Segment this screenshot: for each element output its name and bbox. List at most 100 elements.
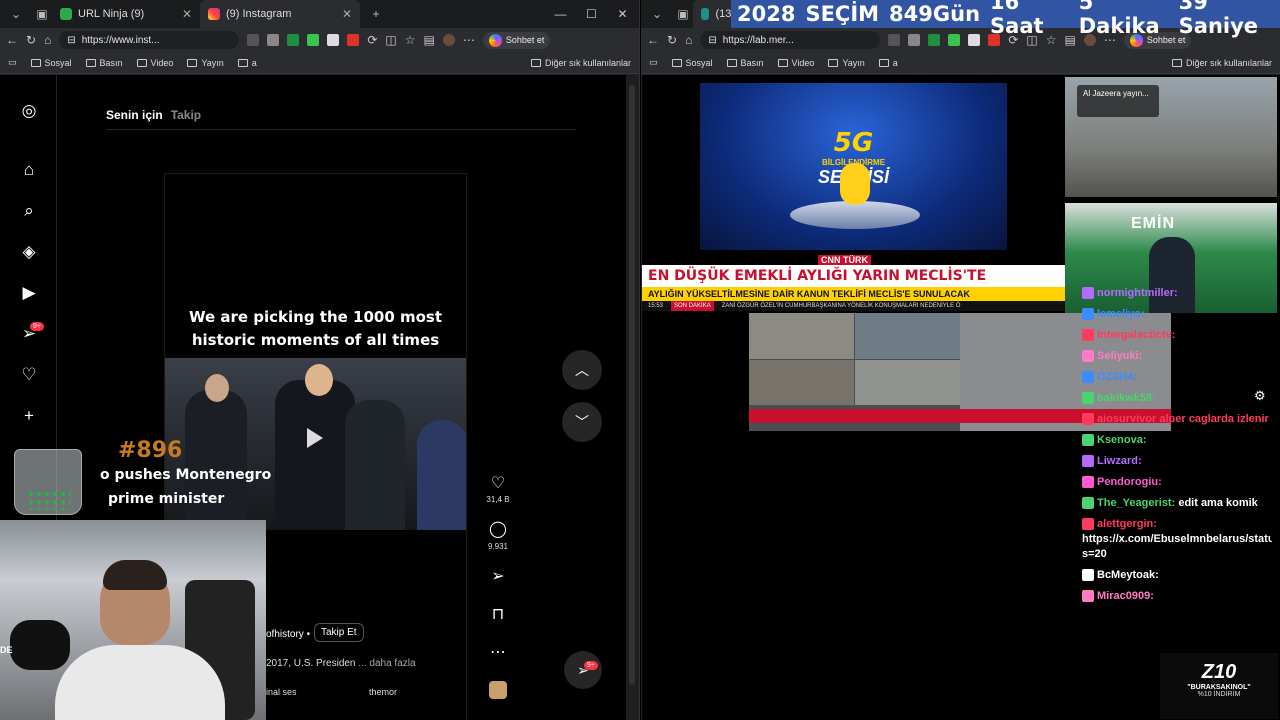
chat-message: Pendorogiu:	[1082, 472, 1272, 493]
sponsor-promo: Z10 "BURAKSAKINOL" %10 İNDİRİM	[1160, 653, 1278, 719]
more-link[interactable]: ... daha fazla	[358, 658, 415, 669]
settings-gear-icon[interactable]: ⚙	[1254, 388, 1266, 404]
extension-icon[interactable]	[928, 34, 941, 46]
more-options-icon[interactable]: ⋯	[486, 642, 510, 662]
close-window-icon[interactable]: ✕	[607, 7, 638, 21]
workspaces-icon[interactable]: ▣	[32, 4, 52, 24]
bookmarks-menu-icon[interactable]: ▭	[8, 57, 17, 68]
tab-following[interactable]: Takip	[171, 108, 201, 122]
bookmark-label: Diğer sık kullanılanlar	[544, 57, 631, 68]
next-reel-button[interactable]: ﹀	[562, 402, 602, 442]
bookmark-folder[interactable]: Basın	[85, 58, 123, 68]
extension-icon[interactable]	[327, 34, 340, 46]
bookmark-folder[interactable]: Sosyal	[30, 57, 72, 68]
bookmark-folder[interactable]: a	[237, 58, 257, 68]
refresh-icon[interactable]: ↻	[667, 33, 677, 47]
folder-icon	[530, 58, 541, 67]
comment-icon[interactable]: ◯	[486, 519, 510, 539]
chat-badge-icon	[1082, 455, 1094, 468]
other-favorites[interactable]: Diğer sık kullanılanlar	[530, 57, 631, 68]
previous-reel-button[interactable]: ︿	[562, 350, 602, 390]
scrollbar-thumb[interactable]	[629, 85, 635, 685]
bookmark-folder[interactable]: Yayın	[828, 58, 865, 68]
more-icon[interactable]: ⋯	[463, 33, 475, 47]
site-info-icon[interactable]: ⊟	[67, 35, 75, 46]
bookmark-folder[interactable]: Video	[777, 58, 814, 68]
extensions-icon[interactable]: ⟳	[367, 33, 377, 47]
reel-audio[interactable]: inal ses	[266, 687, 297, 697]
bookmark-folder[interactable]: Video	[136, 58, 173, 68]
bookmark-folder[interactable]: Sosyal	[671, 58, 713, 68]
bookmark-folder[interactable]: Yayın	[187, 58, 224, 68]
home-icon[interactable]: ⌂	[19, 160, 39, 180]
bookmark-label: Sosyal	[44, 57, 72, 68]
copilot-button[interactable]: Sohbet et	[482, 31, 551, 49]
folder-icon	[828, 58, 839, 67]
extension-icon[interactable]	[267, 34, 280, 46]
chat-badge-icon	[1082, 497, 1094, 510]
home-icon[interactable]: ⌂	[685, 33, 692, 47]
site-favicon-icon	[701, 8, 710, 20]
play-icon[interactable]	[307, 428, 323, 448]
messages-fab[interactable]: ➢	[564, 651, 602, 689]
explore-icon[interactable]: ◈	[19, 242, 39, 262]
close-tab-icon[interactable]: ✕	[182, 7, 192, 21]
bookmarks-menu-icon[interactable]: ▭	[649, 57, 658, 68]
tab-for-you[interactable]: Senin için	[106, 108, 163, 122]
tab-instagram[interactable]: (9) Instagram ✕	[200, 0, 360, 28]
extension-icon[interactable]	[948, 34, 961, 46]
chat-message: alettgergin: https://x.com/Ebuselmnbelar…	[1082, 517, 1272, 562]
extension-icon[interactable]	[888, 34, 901, 46]
save-icon[interactable]: ⊓	[486, 604, 510, 624]
reel-username[interactable]: ofhistory •	[266, 629, 310, 640]
aljazeera-frame: Al Jazeera yayın...	[1065, 77, 1277, 197]
audio-thumbnail[interactable]	[489, 681, 507, 699]
split-screen-icon[interactable]: ◫	[385, 33, 396, 47]
like-icon[interactable]: ♡	[486, 473, 510, 493]
create-icon[interactable]: +	[19, 406, 39, 426]
chat-username: OZSH4:	[1097, 371, 1138, 383]
home-icon[interactable]: ⌂	[44, 33, 51, 47]
site-info-icon[interactable]: ⊟	[708, 35, 716, 46]
search-icon[interactable]: ⌕	[19, 201, 39, 221]
page-scrollbar[interactable]	[626, 75, 638, 720]
extension-icon[interactable]	[287, 34, 300, 46]
messages-fab-badge: 9+	[584, 661, 598, 670]
instagram-icon[interactable]: ◎	[19, 101, 39, 121]
bookmark-folder[interactable]: Basın	[726, 58, 764, 68]
close-tab-icon[interactable]: ✕	[342, 7, 352, 21]
back-icon[interactable]: ←	[6, 33, 18, 47]
extension-icon[interactable]	[908, 34, 921, 46]
reels-icon[interactable]: ▶	[19, 283, 39, 303]
tab-actions-icon[interactable]: ⌄	[6, 4, 26, 24]
tab-url-ninja[interactable]: URL Ninja (9) ✕	[52, 0, 200, 28]
chat-message: bakikwk58:	[1082, 388, 1272, 409]
extension-icon[interactable]	[347, 34, 360, 46]
notifications-icon[interactable]: ♡	[19, 365, 39, 385]
url-ninja-favicon-icon	[60, 8, 72, 20]
audio-tag[interactable]: themor	[369, 687, 397, 697]
new-tab-icon[interactable]: +	[366, 4, 386, 24]
tab-actions-icon[interactable]: ⌄	[647, 4, 667, 24]
chat-username: Intergalactictv:	[1097, 329, 1176, 341]
follow-button[interactable]: Takip Et	[314, 623, 364, 642]
minimize-icon[interactable]: —	[545, 7, 576, 21]
bookmark-folder[interactable]: a	[878, 58, 898, 68]
other-favorites[interactable]: Diğer sık kullanılanlar	[1171, 58, 1272, 68]
favorites-icon[interactable]: ☆	[405, 33, 416, 47]
refresh-icon[interactable]: ↻	[26, 33, 36, 47]
maximize-icon[interactable]: ☐	[576, 7, 607, 21]
url-field[interactable]: ⊟ https://www.inst...	[59, 31, 240, 49]
url-field[interactable]: ⊟ https://lab.mer...	[700, 31, 881, 49]
extension-icon[interactable]	[968, 34, 981, 46]
share-icon[interactable]: ➢	[486, 566, 510, 586]
collections-icon[interactable]: ▤	[423, 33, 434, 47]
aljazeera-card[interactable]: Al Jazeera yayın...	[1077, 85, 1159, 117]
workspaces-icon[interactable]: ▣	[673, 4, 693, 24]
extension-icon[interactable]	[307, 34, 320, 46]
countdown-hours-label: Saat	[990, 14, 1044, 38]
profile-avatar[interactable]	[442, 34, 455, 46]
back-icon[interactable]: ←	[647, 33, 659, 47]
extension-icon[interactable]	[247, 34, 260, 46]
countdown-year: 2028	[737, 2, 796, 26]
